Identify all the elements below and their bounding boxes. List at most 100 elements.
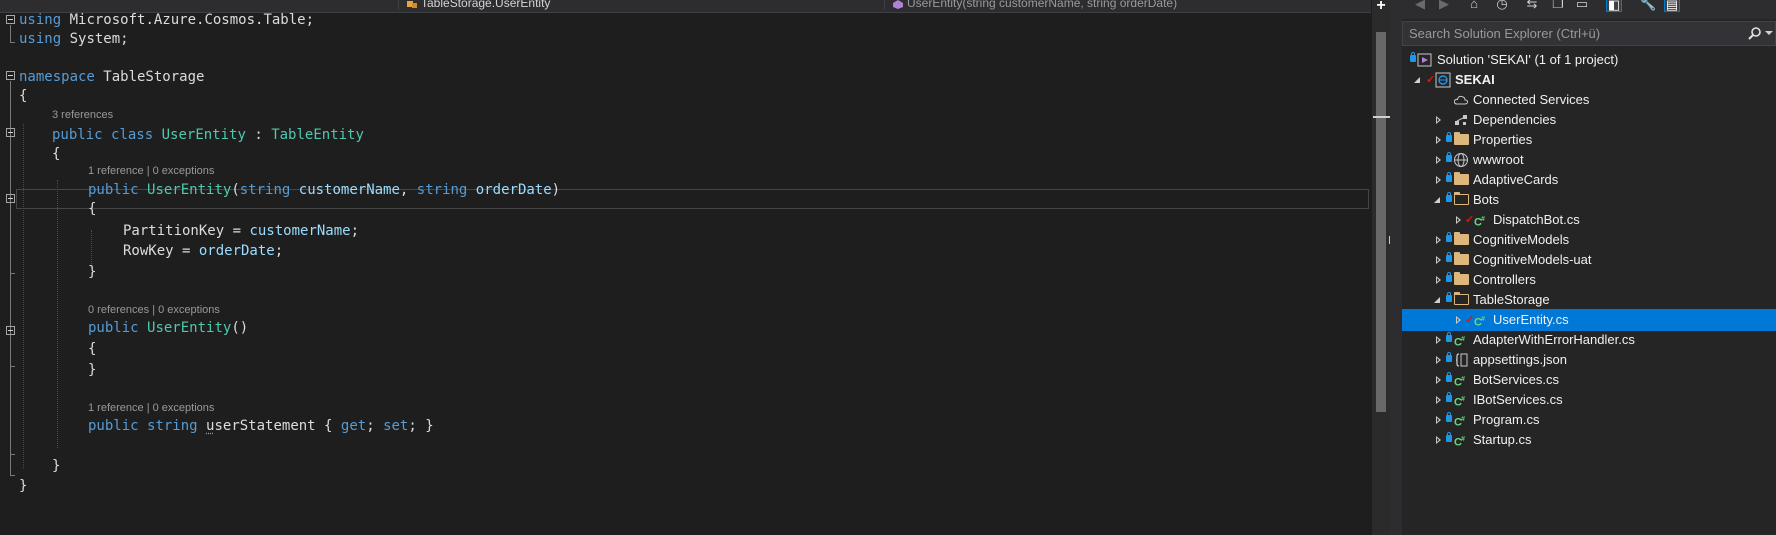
preview-icon[interactable]: ▤ [1664, 0, 1680, 12]
tree-item-userentity[interactable]: ✓ C# UserEntity.cs [1402, 309, 1776, 331]
code-line: } [88, 362, 97, 378]
folder-icon [1454, 272, 1469, 285]
tree-item-startup[interactable]: C# Startup.cs [1402, 429, 1776, 451]
lock-icon [1446, 192, 1452, 202]
expanded-arrow-icon[interactable] [1434, 197, 1440, 203]
tree-item-dependencies[interactable]: Dependencies [1402, 109, 1776, 131]
collapsed-arrow-icon[interactable] [1436, 396, 1441, 404]
collapse-icon[interactable] [6, 128, 15, 137]
tree-item-label: appsettings.json [1473, 352, 1567, 367]
collapse-icon[interactable] [6, 71, 15, 80]
lock-icon [1446, 332, 1452, 342]
show-all-files-icon[interactable]: ▭ [1574, 0, 1590, 12]
add-icon[interactable]: + [1372, 0, 1390, 12]
tree-item-label: IBotServices.cs [1473, 392, 1563, 407]
history-icon[interactable]: ◷ [1494, 0, 1510, 12]
collapsed-arrow-icon[interactable] [1436, 156, 1441, 164]
collapsed-arrow-icon[interactable] [1436, 136, 1441, 144]
panel-splitter[interactable] [1390, 0, 1402, 535]
member-dropdown[interactable]: UserEntity(string customerName, string o… [884, 0, 1371, 10]
codelens-references[interactable]: 1 reference | 0 exceptions [88, 164, 214, 178]
code-area[interactable]: using Microsoft.Azure.Cosmos.Table; usin… [0, 12, 1371, 535]
code-line: { [52, 146, 61, 162]
tree-item-label: Properties [1473, 132, 1533, 147]
tree-item-label: Connected Services [1473, 92, 1590, 107]
tree-item-wwwroot[interactable]: wwwroot [1402, 149, 1776, 171]
lock-icon [1446, 412, 1452, 422]
tree-item-label: Solution 'SEKAI' (1 of 1 project) [1437, 52, 1619, 67]
outline-line [10, 25, 11, 42]
class-dropdown[interactable]: TableStorage.UserEntity [398, 0, 883, 10]
collapsed-arrow-icon[interactable] [1436, 436, 1441, 444]
tree-item-properties[interactable]: Properties [1402, 129, 1776, 151]
lock-icon [1446, 272, 1452, 282]
tree-item-solution[interactable]: Solution 'SEKAI' (1 of 1 project) [1402, 49, 1776, 71]
tree-item-tablestorage[interactable]: TableStorage [1402, 289, 1776, 311]
chevron-down-icon[interactable] [1765, 31, 1773, 35]
back-icon[interactable]: ◀ [1412, 0, 1428, 12]
collapsed-arrow-icon[interactable] [1436, 336, 1441, 344]
code-line: PartitionKey = customerName; [123, 223, 360, 239]
code-line: { [19, 88, 28, 104]
tree-item-appsettings[interactable]: appsettings.json [1402, 349, 1776, 371]
code-line: public UserEntity() [88, 320, 249, 336]
folder-icon [1454, 252, 1469, 265]
tree-item-dispatchbot[interactable]: ✓ C# DispatchBot.cs [1402, 209, 1776, 231]
tree-item-botservices[interactable]: C# BotServices.cs [1402, 369, 1776, 391]
collapsed-arrow-icon[interactable] [1436, 276, 1441, 284]
tree-item-adaptivecards[interactable]: AdaptiveCards [1402, 169, 1776, 191]
tree-item-connected-services[interactable]: Connected Services [1402, 89, 1776, 111]
solution-explorer-search[interactable] [1402, 21, 1776, 46]
tree-item-label: Bots [1473, 192, 1500, 207]
code-line: } [19, 478, 28, 494]
properties-icon[interactable]: 🔧 [1640, 0, 1656, 12]
open-folder-icon [1453, 291, 1469, 305]
tree-item-label: SEKAI [1455, 72, 1495, 87]
collapsed-arrow-icon[interactable] [1436, 256, 1441, 264]
tree-item-ibotservices[interactable]: C# IBotServices.cs [1402, 389, 1776, 411]
class-dropdown-label: TableStorage.UserEntity [421, 0, 551, 10]
collapsed-arrow-icon[interactable] [1436, 416, 1441, 424]
scrollbar-thumb[interactable] [1376, 32, 1386, 412]
tree-item-bots[interactable]: Bots [1402, 189, 1776, 211]
search-icon[interactable] [1747, 25, 1763, 43]
forward-icon[interactable]: ▶ [1436, 0, 1452, 12]
codelens-references[interactable]: 3 references [52, 108, 113, 122]
collapse-icon[interactable] [6, 15, 15, 24]
code-editor[interactable]: TableStorage.UserEntity UserEntity(strin… [0, 0, 1371, 535]
collapsed-arrow-icon[interactable] [1436, 356, 1441, 364]
expanded-arrow-icon[interactable] [1434, 297, 1440, 303]
tree-item-cognitivemodels-uat[interactable]: CognitiveModels-uat [1402, 249, 1776, 271]
code-line: public string userStatement { get; set; … [88, 418, 434, 434]
collapsed-arrow-icon[interactable] [1456, 316, 1461, 324]
collapsed-arrow-icon[interactable] [1456, 216, 1461, 224]
tree-item-cognitivemodels[interactable]: CognitiveModels [1402, 229, 1776, 251]
code-line: public UserEntity(string customerName, s… [88, 182, 561, 198]
collapsed-arrow-icon[interactable] [1436, 236, 1441, 244]
collapse-icon[interactable] [6, 194, 15, 203]
collapsed-arrow-icon[interactable] [1436, 116, 1441, 124]
lock-icon [1410, 52, 1416, 62]
collapse-icon[interactable] [6, 326, 15, 335]
pending-changes-icon[interactable]: ⇆ [1524, 0, 1540, 12]
home-icon[interactable]: ⌂ [1466, 0, 1482, 12]
sync-active-document-icon[interactable]: ◧ [1606, 0, 1622, 12]
search-input[interactable] [1409, 25, 1729, 42]
tree-item-program[interactable]: C# Program.cs [1402, 409, 1776, 431]
lock-icon [1446, 132, 1452, 142]
code-line: } [88, 264, 97, 280]
folder-icon [1454, 232, 1469, 245]
collapsed-arrow-icon[interactable] [1436, 376, 1441, 384]
codelens-references[interactable]: 1 reference | 0 exceptions [88, 401, 214, 415]
tree-item-label: AdapterWithErrorHandler.cs [1473, 332, 1635, 347]
sync-icon[interactable]: ❐ [1550, 0, 1566, 12]
tree-item-controllers[interactable]: Controllers [1402, 269, 1776, 291]
globe-icon [1453, 152, 1469, 168]
code-line: } [52, 458, 61, 474]
tree-item-adapterwitherrorhandler[interactable]: C# AdapterWithErrorHandler.cs [1402, 329, 1776, 351]
collapsed-arrow-icon[interactable] [1436, 176, 1441, 184]
tree-item-project[interactable]: ✓ SEKAI [1402, 69, 1776, 91]
solution-explorer-toolbar: ◀ ▶ ⌂ ◷ ⇆ ❐ ▭ ◧ 🔧 ▤ [1402, 0, 1776, 19]
codelens-references[interactable]: 0 references | 0 exceptions [88, 303, 220, 317]
expanded-arrow-icon[interactable] [1414, 77, 1420, 83]
